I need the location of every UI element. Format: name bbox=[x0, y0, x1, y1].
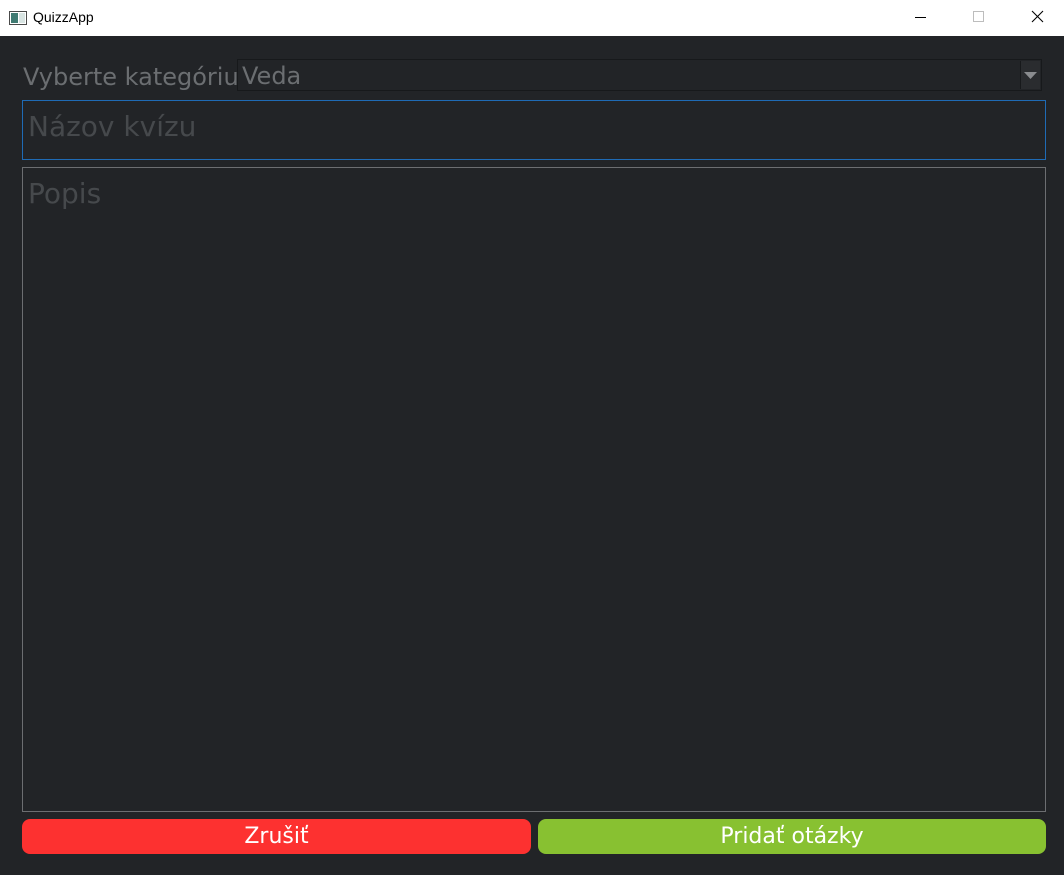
description-textarea[interactable]: Popis bbox=[22, 167, 1046, 812]
close-button[interactable] bbox=[1015, 0, 1061, 36]
category-label: Vyberte kategóriu: bbox=[23, 63, 247, 91]
app-window: QuizzApp Vyberte kategóriu: Veda Názov k… bbox=[0, 0, 1064, 875]
category-dropdown-button[interactable] bbox=[1020, 61, 1040, 89]
cancel-button[interactable]: Zrušiť bbox=[22, 819, 531, 854]
app-window-icon bbox=[9, 10, 27, 25]
minimize-button[interactable] bbox=[897, 0, 943, 36]
description-placeholder: Popis bbox=[28, 177, 102, 210]
quiz-name-placeholder: Názov kvízu bbox=[28, 110, 197, 143]
add-questions-button[interactable]: Pridať otázky bbox=[538, 819, 1046, 854]
category-selected-value: Veda bbox=[242, 62, 302, 90]
window-title: QuizzApp bbox=[33, 9, 94, 25]
title-bar: QuizzApp bbox=[0, 0, 1064, 36]
maximize-button[interactable] bbox=[956, 0, 1002, 36]
quiz-name-input[interactable]: Názov kvízu bbox=[22, 100, 1046, 160]
category-select[interactable]: Veda bbox=[237, 59, 1042, 91]
